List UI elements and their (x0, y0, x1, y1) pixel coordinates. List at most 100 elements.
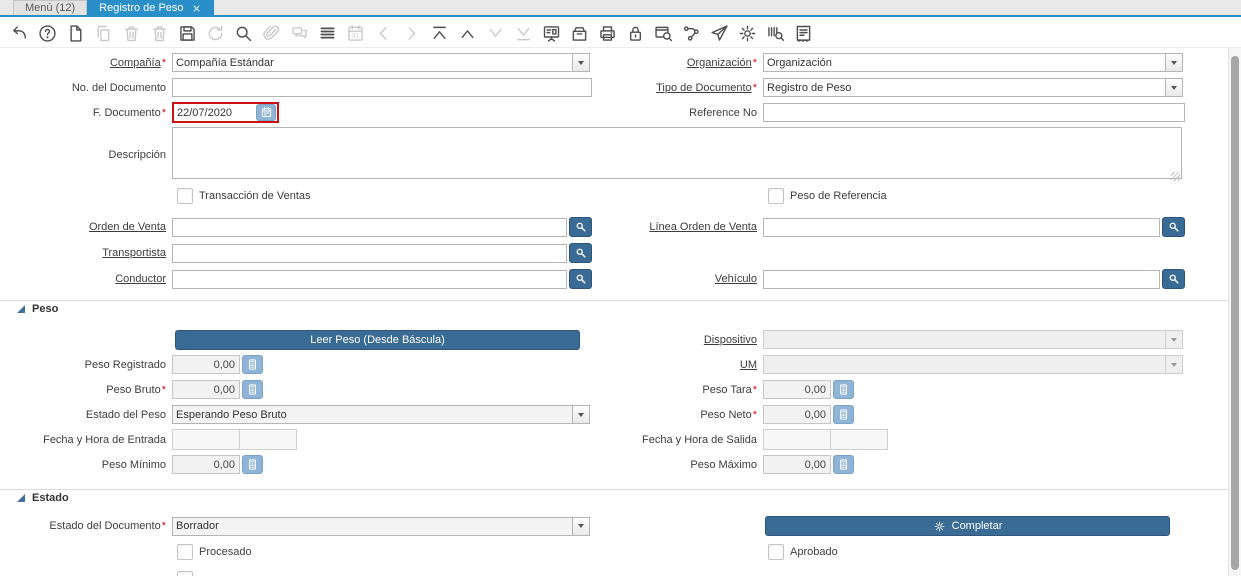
leer-peso-button[interactable]: Leer Peso (Desde Báscula) (175, 329, 580, 350)
peso-neto-input (763, 405, 831, 424)
transaccion-ventas-checkbox[interactable] (177, 188, 193, 204)
procesado-checkbox[interactable] (177, 544, 193, 560)
chevron-down-icon (578, 60, 584, 65)
tipo-documento-input[interactable] (764, 79, 1165, 96)
close-tab-icon[interactable] (191, 3, 202, 14)
orden-venta-label[interactable]: Orden de Venta (89, 221, 166, 233)
help-icon[interactable] (37, 23, 58, 44)
resize-grip-icon[interactable] (1171, 171, 1180, 181)
organizacion-combobox[interactable] (763, 53, 1183, 72)
workflow-icon[interactable] (681, 23, 702, 44)
aprobado-checkbox[interactable] (768, 544, 784, 560)
row-checkbox-cutoff (0, 571, 1228, 576)
row-pesoregistrado-um: Peso Registrado UM (0, 352, 1228, 377)
tipo-documento-dropdown-button[interactable] (1165, 79, 1182, 96)
preferences-icon[interactable] (737, 23, 758, 44)
estado-documento-label: Estado del Documento (49, 520, 161, 532)
peso-minimo-calculator-button[interactable] (242, 455, 263, 474)
transportista-input[interactable] (172, 243, 567, 263)
peso-referencia-checkbox[interactable] (768, 188, 784, 204)
undo-icon[interactable] (9, 23, 30, 44)
conductor-label[interactable]: Conductor (115, 273, 166, 285)
section-header-peso[interactable]: Peso (0, 300, 1228, 317)
scrollbar-thumb[interactable] (1231, 56, 1239, 570)
estado-documento-input[interactable] (173, 517, 572, 535)
organizacion-label[interactable]: Organización (687, 57, 752, 69)
peso-registrado-calculator-button[interactable] (242, 355, 263, 374)
vehiculo-search-button[interactable] (1162, 269, 1185, 289)
calendar-picker-button[interactable] (256, 104, 276, 121)
linea-orden-venta-input[interactable] (763, 217, 1160, 237)
tab-menu[interactable]: Menú (12) (13, 0, 88, 15)
first-record-icon[interactable] (429, 23, 450, 44)
peso-bruto-calculator-button[interactable] (242, 380, 263, 399)
f-documento-input[interactable] (174, 104, 256, 121)
row-documento-tipo: No. del Documento Tipo de Documento* (0, 75, 1228, 100)
vertical-scrollbar[interactable] (1228, 48, 1241, 576)
no-documento-input[interactable] (172, 78, 592, 97)
reference-no-input[interactable] (763, 103, 1185, 122)
dispositivo-label[interactable]: Dispositivo (704, 334, 757, 346)
estado-documento-combobox[interactable] (172, 516, 590, 536)
tab-registro-de-peso[interactable]: Registro de Peso (87, 0, 214, 15)
send-mail-icon[interactable] (709, 23, 730, 44)
row-estadodoc-completar: Estado del Documento* Completar (0, 513, 1228, 539)
completar-button[interactable]: Completar (765, 516, 1170, 536)
procesado-label: Procesado (199, 546, 252, 558)
toolbar: 31 (0, 19, 1241, 48)
compania-input[interactable] (173, 54, 572, 71)
tab-menu-label: Menú (12) (25, 2, 76, 14)
linea-orden-venta-label[interactable]: Línea Orden de Venta (649, 221, 757, 233)
estado-peso-input[interactable] (173, 406, 572, 423)
descripcion-textarea[interactable] (172, 126, 1182, 179)
collapse-triangle-icon[interactable] (17, 305, 25, 313)
compania-label[interactable]: Compañía (110, 57, 161, 69)
tipo-documento-label[interactable]: Tipo de Documento (656, 82, 752, 94)
gear-icon (933, 520, 946, 533)
compania-combobox[interactable] (172, 53, 590, 72)
report-document-icon[interactable] (793, 23, 814, 44)
peso-tara-calculator-button[interactable] (833, 380, 854, 399)
conductor-search-button[interactable] (569, 269, 592, 289)
grid-toggle-icon[interactable] (317, 23, 338, 44)
chevron-down-icon (1171, 362, 1177, 367)
vehiculo-input[interactable] (763, 269, 1160, 289)
lock-icon[interactable] (625, 23, 646, 44)
linea-orden-venta-search-button[interactable] (1162, 217, 1185, 237)
estado-peso-combobox[interactable] (172, 405, 590, 424)
archive-icon[interactable] (569, 23, 590, 44)
vehiculo-label[interactable]: Vehículo (715, 273, 757, 285)
estado-peso-dropdown-button[interactable] (572, 406, 589, 423)
section-header-estado[interactable]: Estado (0, 489, 1228, 506)
save-icon[interactable] (177, 23, 198, 44)
delete-record-icon (121, 23, 142, 44)
estado-peso-label: Estado del Peso (85, 408, 166, 421)
row-checkboxes-2: Procesado Aprobado (0, 539, 1228, 565)
compania-dropdown-button[interactable] (572, 54, 589, 71)
orden-venta-search-button[interactable] (569, 217, 592, 237)
find-icon[interactable] (233, 23, 254, 44)
peso-maximo-calculator-button[interactable] (833, 455, 854, 474)
product-info-icon[interactable] (765, 23, 786, 44)
orden-venta-input[interactable] (172, 217, 567, 237)
conductor-input[interactable] (172, 269, 567, 289)
new-record-icon[interactable] (65, 23, 86, 44)
zoom-across-icon[interactable] (653, 23, 674, 44)
organizacion-input[interactable] (764, 54, 1165, 71)
organizacion-dropdown-button[interactable] (1165, 54, 1182, 71)
cutoff-checkbox[interactable] (177, 571, 193, 576)
report-icon[interactable] (541, 23, 562, 44)
transportista-label[interactable]: Transportista (102, 247, 166, 259)
transportista-search-button[interactable] (569, 243, 592, 263)
row-fechas: Fecha y Hora de Entrada Fecha y Hora de … (0, 427, 1228, 452)
peso-neto-calculator-button[interactable] (833, 405, 854, 424)
print-icon[interactable] (597, 23, 618, 44)
completar-button-label: Completar (951, 520, 1003, 532)
estado-documento-dropdown-button[interactable] (572, 517, 589, 535)
um-label[interactable]: UM (740, 359, 757, 371)
collapse-triangle-icon[interactable] (17, 494, 25, 502)
detail-record-icon (401, 23, 422, 44)
required-marker: * (752, 81, 757, 94)
tipo-documento-combobox[interactable] (763, 78, 1183, 97)
previous-record-icon[interactable] (457, 23, 478, 44)
